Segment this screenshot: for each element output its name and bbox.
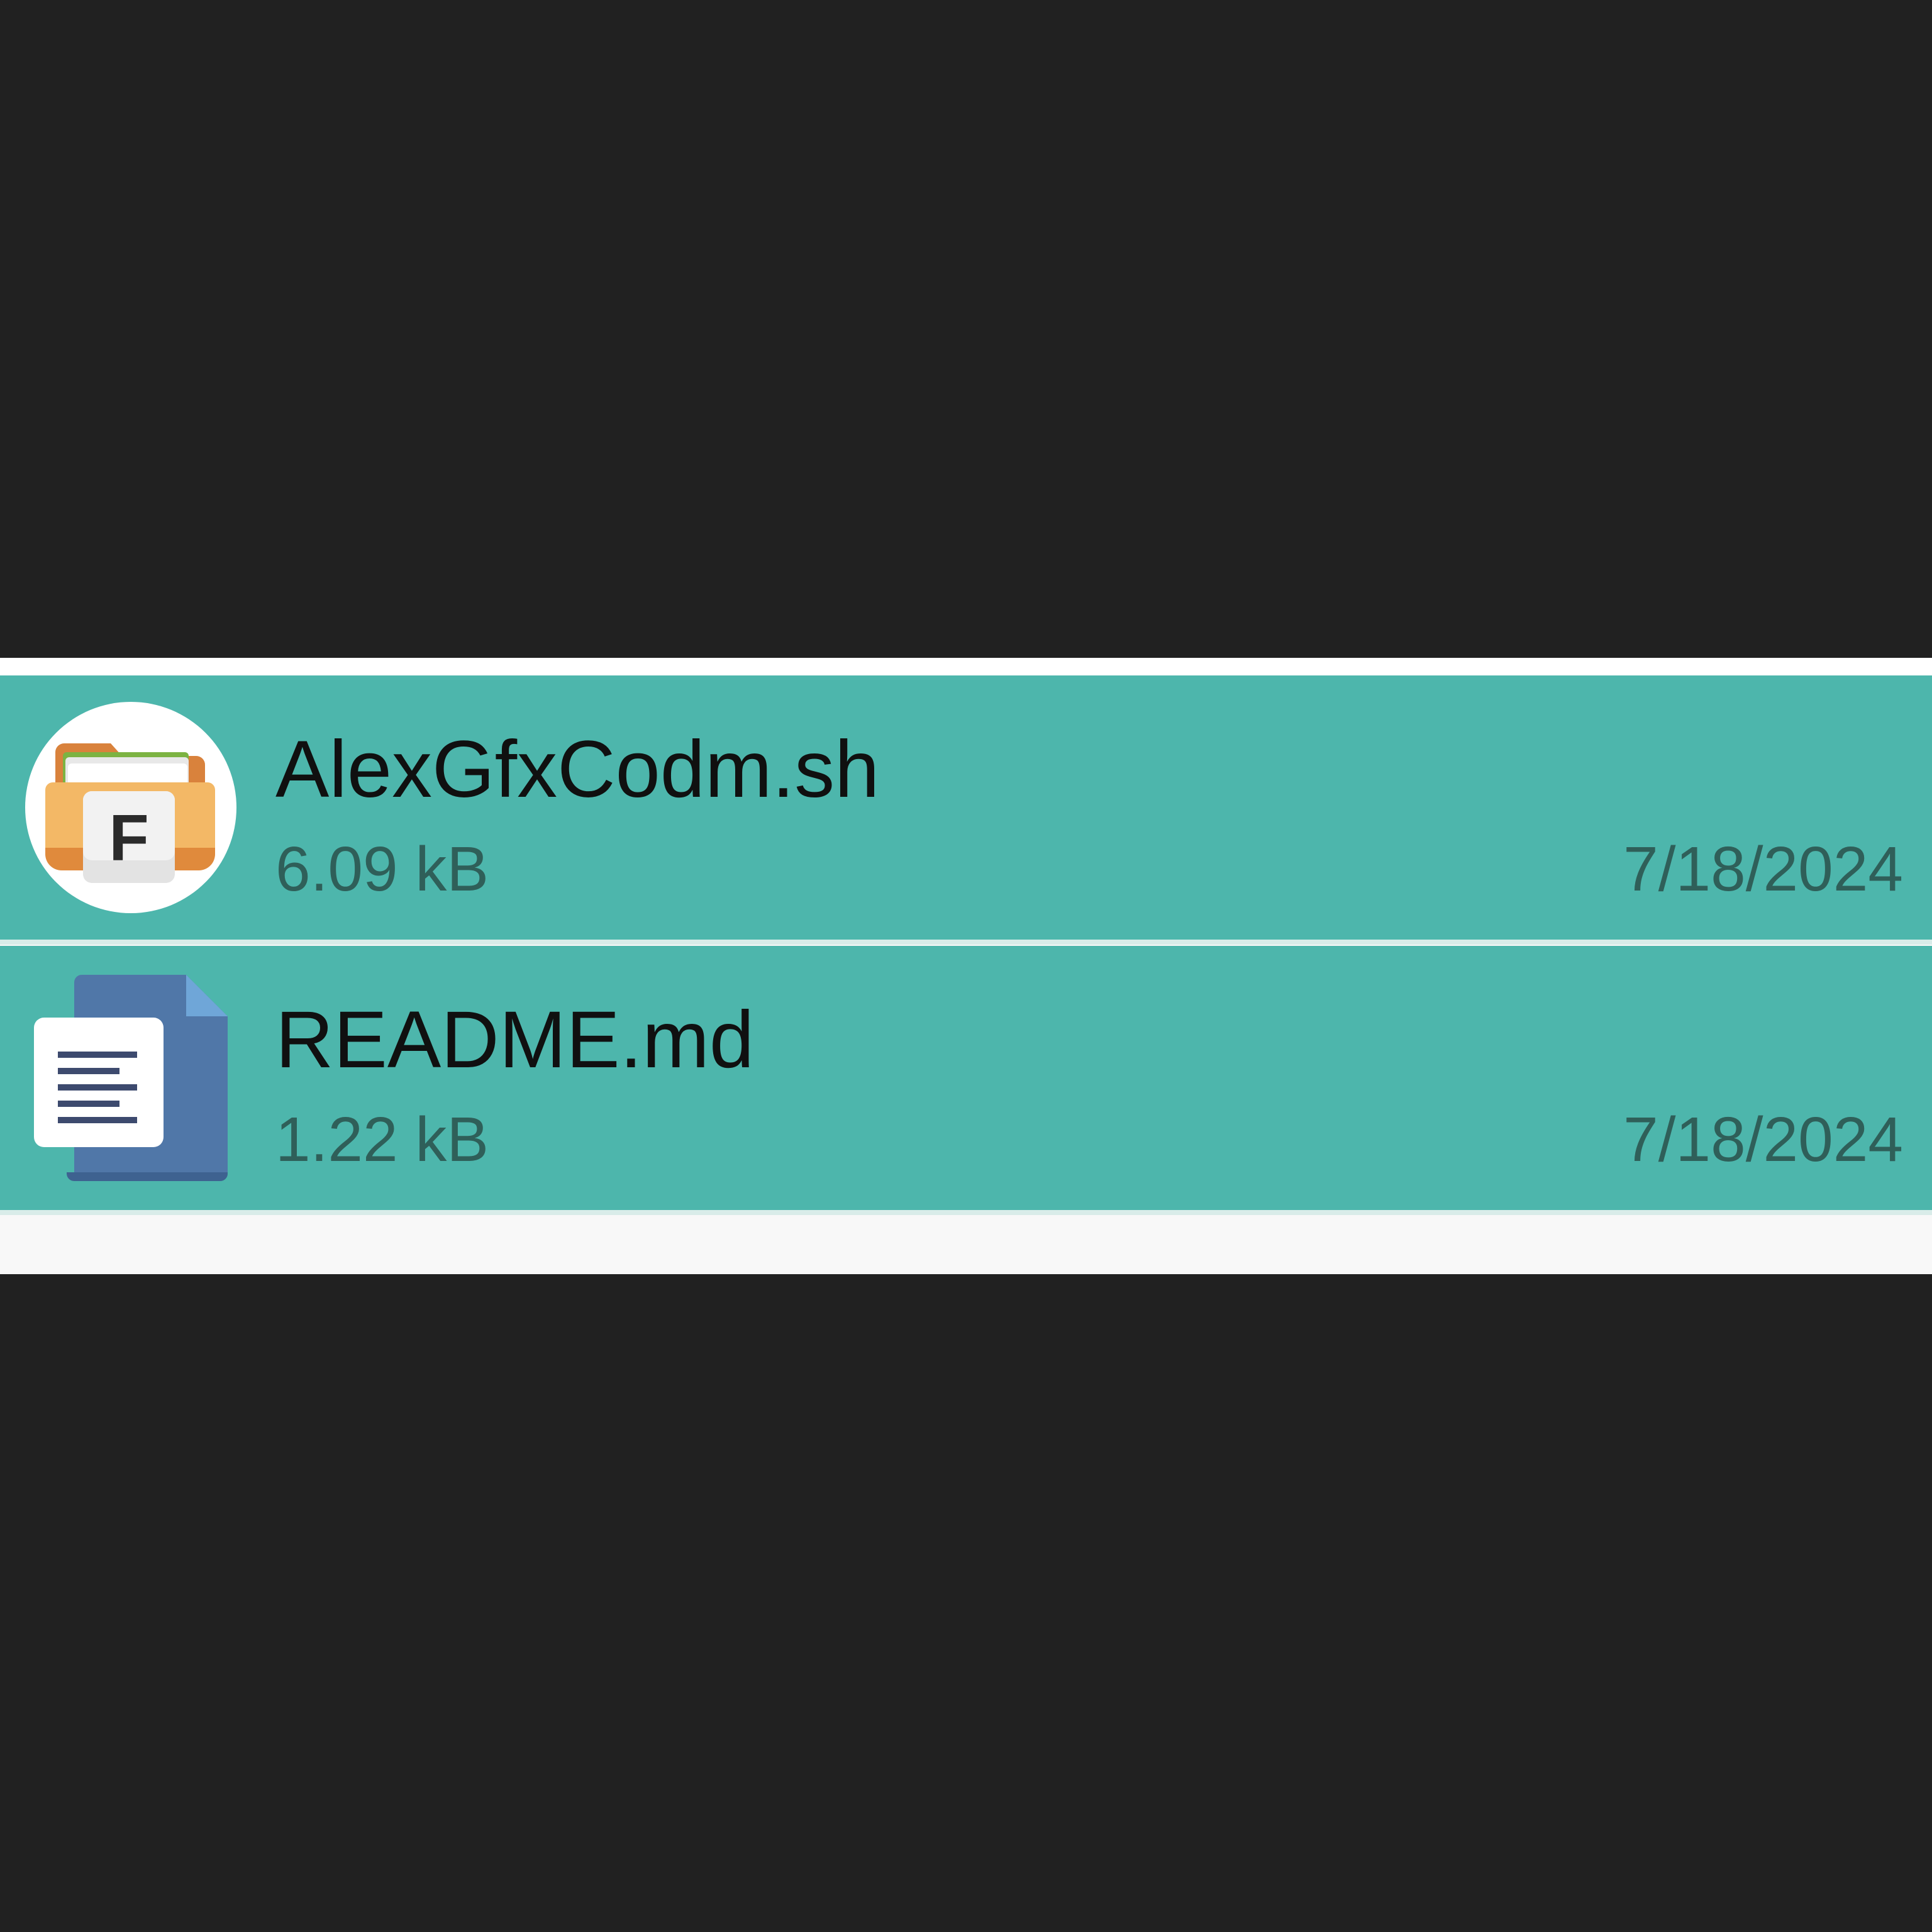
row-divider xyxy=(0,940,1932,945)
screen: F AlexGfxCodm.sh 6.09 kB 7/18/2024 READM… xyxy=(0,0,1932,1932)
file-row-readme[interactable]: README.md 1.22 kB 7/18/2024 xyxy=(0,946,1932,1210)
row-divider xyxy=(0,1210,1932,1215)
file-name: AlexGfxCodm.sh xyxy=(275,724,880,814)
file-name: README.md xyxy=(275,995,754,1085)
svg-text:F: F xyxy=(109,802,149,875)
file-size: 1.22 kB xyxy=(275,1104,489,1175)
text-document-icon xyxy=(25,972,236,1184)
list-top-edge xyxy=(0,658,1932,675)
file-manager-app-icon: F xyxy=(25,702,236,913)
file-date: 7/18/2024 xyxy=(1623,834,1903,904)
file-size: 6.09 kB xyxy=(275,834,489,904)
file-date: 7/18/2024 xyxy=(1623,1104,1903,1175)
file-list: F AlexGfxCodm.sh 6.09 kB 7/18/2024 READM… xyxy=(0,658,1932,1274)
file-row-alexgfxcodm[interactable]: F AlexGfxCodm.sh 6.09 kB 7/18/2024 xyxy=(0,675,1932,940)
